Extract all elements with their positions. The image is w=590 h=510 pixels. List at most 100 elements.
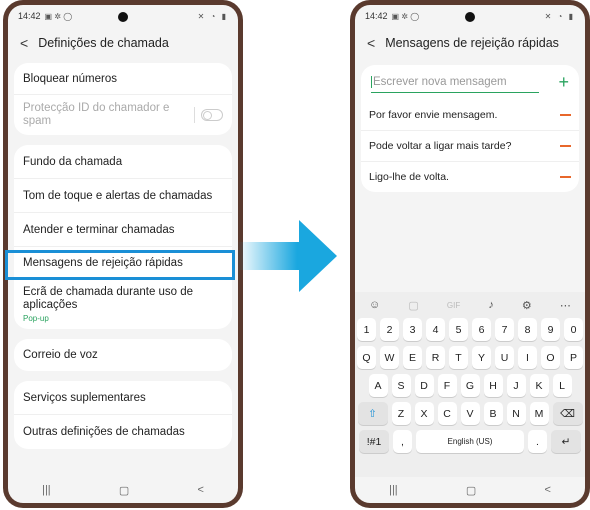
other-settings-label: Outras definições de chamadas <box>23 426 185 438</box>
nav-bar: ||| ▢ < <box>8 477 238 503</box>
voicemail-item[interactable]: Correio de voz <box>14 339 232 371</box>
answer-end-item[interactable]: Atender e terminar chamadas <box>14 213 232 247</box>
key[interactable]: 7 <box>495 318 514 341</box>
key[interactable]: N <box>506 402 526 425</box>
caller-id-toggle[interactable] <box>201 109 223 121</box>
key[interactable]: Q <box>357 346 376 369</box>
key[interactable]: 1 <box>357 318 376 341</box>
key[interactable]: 0 <box>564 318 583 341</box>
key[interactable]: 5 <box>449 318 468 341</box>
key[interactable]: P <box>564 346 583 369</box>
recents-icon[interactable]: ||| <box>389 484 398 496</box>
emoji-icon[interactable]: ☺ <box>369 299 380 311</box>
key[interactable]: U <box>495 346 514 369</box>
divider <box>194 107 195 123</box>
back-icon[interactable]: < <box>367 35 375 51</box>
more-icon[interactable]: ⋯ <box>560 299 571 312</box>
back-icon[interactable]: < <box>20 35 28 51</box>
key[interactable]: R <box>426 346 445 369</box>
call-background-label: Fundo da chamada <box>23 155 123 168</box>
message-item[interactable]: Pode voltar a ligar mais tarde? <box>361 130 579 161</box>
key[interactable]: V <box>460 402 480 425</box>
sticker-icon[interactable]: ▢ <box>408 299 418 312</box>
message-text: Por favor envie mensagem. <box>369 108 498 121</box>
message-text: Pode voltar a ligar mais tarde? <box>369 140 512 152</box>
call-display-label: Ecrã de chamada durante uso de aplicaçõe… <box>23 285 194 311</box>
back-nav-icon[interactable]: < <box>544 484 550 496</box>
remove-icon[interactable] <box>560 176 571 178</box>
new-message-field[interactable]: Escrever nova mensagem + <box>361 65 579 99</box>
key[interactable]: L <box>552 374 572 397</box>
key[interactable]: X <box>414 402 434 425</box>
back-nav-icon[interactable]: < <box>197 484 203 496</box>
key[interactable]: 2 <box>380 318 399 341</box>
remove-icon[interactable] <box>560 145 571 147</box>
gif-icon[interactable]: GIF <box>447 301 460 310</box>
text-cursor <box>371 76 372 88</box>
key[interactable]: A <box>368 374 388 397</box>
key[interactable]: S <box>391 374 411 397</box>
key[interactable]: H <box>483 374 503 397</box>
call-display-item[interactable]: Ecrã de chamada durante uso de aplicaçõe… <box>14 279 232 329</box>
block-numbers-item[interactable]: Bloquear números <box>14 63 232 95</box>
period-key[interactable]: . <box>528 430 547 453</box>
message-item[interactable]: Por favor envie mensagem. <box>361 99 579 130</box>
other-settings-item[interactable]: Outras definições de chamadas <box>14 415 232 449</box>
key[interactable]: O <box>541 346 560 369</box>
arrow-icon <box>237 220 337 292</box>
asdf-row: A S D F G H J K L <box>355 374 585 397</box>
symbols-key[interactable]: !#1 <box>359 430 389 453</box>
caller-id-item[interactable]: Protecção ID do chamador e spam <box>14 95 232 135</box>
key[interactable]: I <box>518 346 537 369</box>
key[interactable]: G <box>460 374 480 397</box>
key[interactable]: K <box>529 374 549 397</box>
backspace-key-icon[interactable]: ⌫ <box>552 402 583 425</box>
home-icon[interactable]: ▢ <box>119 484 129 497</box>
zxcv-row: ⇧ Z X C V B N M ⌫ <box>355 402 585 425</box>
key[interactable]: 3 <box>403 318 422 341</box>
remove-icon[interactable] <box>560 113 571 116</box>
key[interactable]: M <box>529 402 549 425</box>
message-item[interactable]: Ligo-lhe de volta. <box>361 161 579 192</box>
add-icon[interactable]: + <box>558 72 569 93</box>
mic-icon[interactable]: ♪ <box>488 299 494 311</box>
key[interactable]: E <box>403 346 422 369</box>
key[interactable]: C <box>437 402 457 425</box>
settings-group-2: Fundo da chamada Tom de toque e alertas … <box>14 145 232 329</box>
settings-group-4: Serviços suplementares Outras definições… <box>14 381 232 449</box>
number-row: 1 2 3 4 5 6 7 8 9 0 <box>355 318 585 341</box>
ringtone-label: Tom de toque e alertas de chamadas <box>23 189 213 202</box>
supplementary-label: Serviços suplementares <box>23 391 146 404</box>
highlight-box <box>5 250 235 280</box>
enter-key-icon[interactable]: ↵ <box>551 430 581 453</box>
key[interactable]: 6 <box>472 318 491 341</box>
shift-key-icon[interactable]: ⇧ <box>357 402 388 425</box>
call-background-item[interactable]: Fundo da chamada <box>14 145 232 179</box>
message-text: Ligo-lhe de volta. <box>369 171 449 183</box>
status-icons: ▣ ✲ ◯ <box>44 11 73 21</box>
key[interactable]: F <box>437 374 457 397</box>
caller-id-label: Protecção ID do chamador e spam <box>23 102 170 127</box>
comma-key[interactable]: , <box>393 430 412 453</box>
key[interactable]: D <box>414 374 434 397</box>
signal-icons: ✕ ◔ ▮ <box>544 11 575 21</box>
key[interactable]: B <box>483 402 503 425</box>
recents-icon[interactable]: ||| <box>42 484 51 496</box>
space-key[interactable]: English (US) <box>416 430 524 453</box>
key[interactable]: 9 <box>541 318 560 341</box>
settings-icon[interactable]: ⚙ <box>522 299 532 312</box>
key[interactable]: J <box>506 374 526 397</box>
key[interactable]: T <box>449 346 468 369</box>
keyboard: ☺ ▢ GIF ♪ ⚙ ⋯ 1 2 3 4 5 6 7 8 9 0 Q W E … <box>355 292 585 477</box>
key[interactable]: 8 <box>518 318 537 341</box>
page-title: Definições de chamada <box>38 36 169 50</box>
home-icon[interactable]: ▢ <box>466 484 476 497</box>
supplementary-item[interactable]: Serviços suplementares <box>14 381 232 415</box>
key[interactable]: 4 <box>426 318 445 341</box>
messages-card: Escrever nova mensagem + Por favor envie… <box>361 65 579 192</box>
voicemail-label: Correio de voz <box>23 349 98 361</box>
key[interactable]: Z <box>391 402 411 425</box>
ringtone-item[interactable]: Tom de toque e alertas de chamadas <box>14 179 232 213</box>
key[interactable]: W <box>380 346 399 369</box>
key[interactable]: Y <box>472 346 491 369</box>
